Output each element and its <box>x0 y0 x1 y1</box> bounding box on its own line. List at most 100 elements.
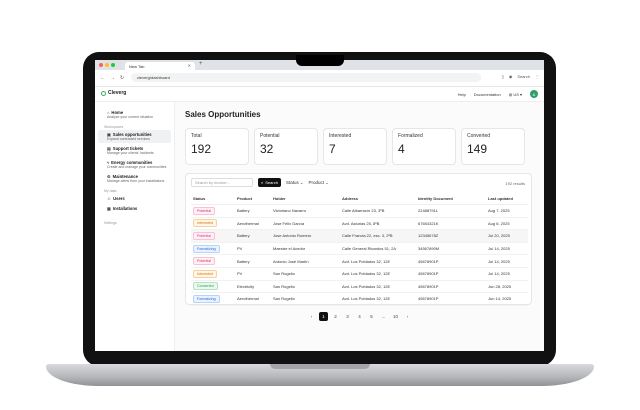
stat-value: 32 <box>260 142 274 156</box>
identity-document-cell: 67654321K <box>416 217 486 231</box>
sidebar-toggle-icon[interactable]: ▯ <box>502 74 504 79</box>
brand-logo[interactable]: Cleverg <box>101 90 126 96</box>
stat-label: Total <box>191 133 202 139</box>
sidebar-item-support-tickets[interactable]: ▤ Support tickets Manage your clients' in… <box>98 144 171 157</box>
stat-label: Formalized <box>398 133 423 139</box>
reload-icon[interactable]: ↻ <box>120 75 124 81</box>
column-header[interactable]: Address <box>340 192 416 205</box>
forward-icon[interactable]: → <box>110 75 115 81</box>
page-button[interactable]: 5 <box>367 312 376 321</box>
product-cell: Battery <box>235 229 271 243</box>
stat-card-interested: Interested 7 <box>323 128 387 165</box>
sidebar-item-energy-communities[interactable]: ϟ Energy communities Create and manage yo… <box>98 158 171 171</box>
tab-close-icon[interactable]: ✕ <box>188 63 191 68</box>
status-filter[interactable]: Status ⌄ <box>286 180 304 186</box>
page-button[interactable]: 2 <box>331 312 340 321</box>
laptop-base-lip <box>270 364 370 369</box>
search-input[interactable]: Search by invoice... <box>191 178 253 187</box>
holder-cell: Jose Félix García <box>271 217 340 231</box>
sidebar-item-home[interactable]: ⌂ Home Analyze your current situation <box>98 108 171 121</box>
maximize-window-button[interactable] <box>111 63 115 67</box>
search-button[interactable]: ⌕ Search <box>258 178 281 187</box>
status-filter-label: Status <box>285 180 299 185</box>
minimize-window-button[interactable] <box>105 63 109 67</box>
column-header[interactable]: Last updated <box>486 192 528 205</box>
identity-document-cell: 45678901P <box>416 292 486 306</box>
table-row[interactable]: Interested PV San Rogelio Avd. Los Poblados… <box>191 267 528 281</box>
chevron-down-icon: ⌄ <box>299 179 304 185</box>
page-button[interactable]: 1 <box>319 312 328 321</box>
table-row[interactable]: Potential Battery Jose Antonio Romero Calle… <box>191 229 528 243</box>
sidebar-item-maintenance[interactable]: ⚙ Maintenance Manage alerts from your ins… <box>98 172 171 185</box>
column-header[interactable]: Product <box>235 192 271 205</box>
status-badge: Potential <box>193 206 215 215</box>
prev-page-icon[interactable]: ‹ <box>307 312 316 321</box>
browser-search-label[interactable]: Search <box>517 74 530 79</box>
sidebar-item-label: Users <box>113 196 125 201</box>
main-content: Sales Opportunities Total 192 Potential … <box>175 102 544 351</box>
sidebar-item-subtitle: Analyze your current situation <box>107 115 154 119</box>
table-row[interactable]: Potential Battery Victoriano Navarro Calle … <box>191 204 528 218</box>
table-row[interactable]: Interested Aerothermal Jose Félix García Av… <box>191 217 528 231</box>
column-header[interactable]: Identity Document <box>416 192 486 205</box>
status-badge: Potential <box>193 257 215 266</box>
table-row[interactable]: Formalizing PV Maestre el Acedor Calle Gene… <box>191 242 528 256</box>
page-button[interactable]: 4 <box>355 312 364 321</box>
new-tab-icon[interactable]: + <box>199 61 203 67</box>
status-cell: Interested <box>191 217 235 231</box>
logo-icon <box>101 90 106 96</box>
stat-value: 7 <box>329 142 336 156</box>
holder-cell: Maestre el Acedor <box>271 242 340 256</box>
url-field[interactable]: cleverg/dashboard <box>131 73 481 82</box>
menu-icon[interactable]: ⋮ <box>535 74 539 79</box>
profile-icon[interactable]: ◉ <box>509 74 513 79</box>
close-window-button[interactable] <box>99 63 103 67</box>
sidebar-item-sales-opportunities[interactable]: ▣ Sales opportunities Expand contracted s… <box>98 130 171 143</box>
url-text: cleverg/dashboard <box>137 75 170 80</box>
table-row[interactable]: Formalizing Aerothermal San Rogelio Avd. Lo… <box>191 292 528 306</box>
status-badge: Formalizing <box>193 294 220 303</box>
column-header[interactable]: Status <box>191 192 235 205</box>
camera-notch <box>296 55 344 66</box>
product-filter[interactable]: Product ⌄ <box>308 180 328 186</box>
status-cell: Potential <box>191 254 235 268</box>
stat-card-potential: Potential 32 <box>254 128 318 165</box>
stat-card-total: Total 192 <box>185 128 249 165</box>
documentation-link[interactable]: Documentation <box>474 92 501 97</box>
stat-label: Interested <box>329 133 352 139</box>
back-icon[interactable]: ← <box>100 75 105 81</box>
address-cell: Avd. Los Poblados 32, 12E <box>340 267 416 281</box>
sidebar-item-installations[interactable]: ▦ Installations <box>98 204 171 213</box>
app-header: Cleverg Help Documentation ◍ US ▾ A <box>95 87 544 102</box>
sidebar-item-users[interactable]: ☺ Users <box>98 194 171 203</box>
last-updated-cell: Aug 7, 2025 <box>486 204 528 218</box>
sidebar-section-label[interactable]: Settings <box>95 221 174 225</box>
page-button[interactable]: 10 <box>391 312 400 321</box>
identity-document-cell: 22488791L <box>416 204 486 218</box>
sidebar-item-subtitle: Create and manage your communities <box>107 165 167 169</box>
page-button[interactable]: 3 <box>343 312 352 321</box>
address-cell: Avd. Asturias 25, 8ºB <box>340 217 416 231</box>
product-cell: PV <box>235 242 271 256</box>
language-selector[interactable]: ◍ US ▾ <box>509 92 522 97</box>
address-cell: Avd. Los Poblados 32, 12E <box>340 292 416 306</box>
stat-value: 4 <box>398 142 405 156</box>
table-row[interactable]: Converted Electricity San Rogelio Avd. Los … <box>191 280 528 294</box>
browser-tab[interactable]: New Tab ✕ <box>125 62 195 70</box>
last-updated-cell: Jul 14, 2025 <box>486 267 528 281</box>
pagination-ellipsis: ... <box>381 314 386 319</box>
sidebar-item-subtitle: Manage alerts from your installations <box>107 179 165 183</box>
column-header[interactable]: Holder <box>271 192 340 205</box>
address-cell: Calle General Ricardos 51, 2A <box>340 242 416 256</box>
next-page-icon[interactable]: › <box>403 312 412 321</box>
help-link[interactable]: Help <box>458 92 466 97</box>
window-controls <box>99 63 115 67</box>
product-cell: Aerothermal <box>235 292 271 306</box>
table-row[interactable]: Potential Battery Antonio José Martín Avd. … <box>191 254 528 268</box>
laptop-screen: New Tab ✕ + ← → ↻ cleverg/dashboard ▯ ◉ … <box>95 60 544 351</box>
avatar[interactable]: A <box>530 90 538 98</box>
language-label: US <box>513 91 519 97</box>
sidebar-section-label: Workspaces <box>104 125 124 129</box>
stat-value: 149 <box>467 142 488 156</box>
status-cell: Formalizing <box>191 292 235 306</box>
